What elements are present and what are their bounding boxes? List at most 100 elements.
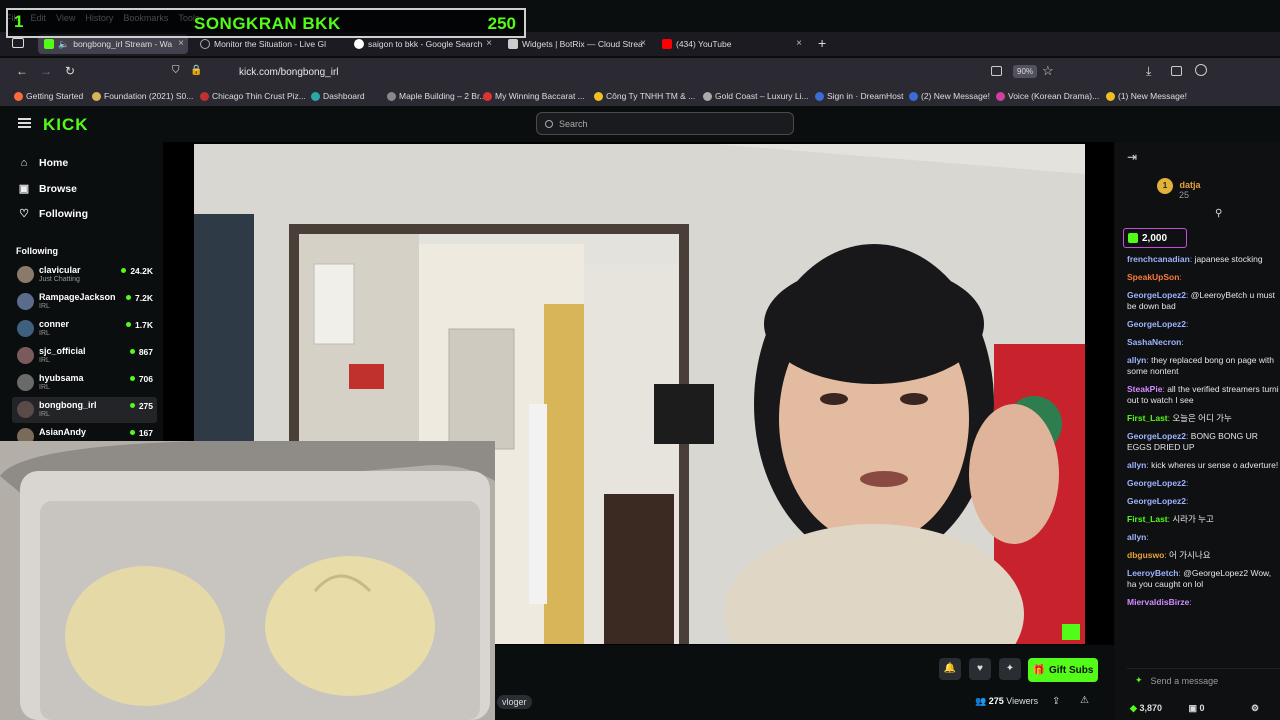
menu-icon[interactable] bbox=[18, 118, 31, 128]
chat-message: First_Last: 시라가 누고 bbox=[1127, 514, 1280, 525]
lock-icon[interactable]: 🔒 bbox=[190, 65, 202, 76]
bookmark-item[interactable]: Getting Started bbox=[14, 91, 83, 101]
zoom-level[interactable]: 90% bbox=[1013, 65, 1038, 78]
browse-icon: ▣ bbox=[18, 183, 30, 195]
bookmark-item[interactable]: Maple Building – 2 Br... bbox=[387, 91, 486, 101]
bookmark-item[interactable]: (2) New Message! bbox=[909, 91, 990, 101]
chat-username[interactable]: GeorgeLopez2 bbox=[1127, 431, 1186, 441]
close-tab-icon[interactable]: × bbox=[486, 38, 492, 49]
bookmark-label: Dashboard bbox=[323, 91, 365, 101]
channel-viewers: 867 bbox=[130, 347, 153, 357]
nav-following[interactable]: ♡ Following bbox=[18, 207, 88, 221]
report-icon[interactable]: ⚠ bbox=[1080, 695, 1089, 706]
bookmark-item[interactable]: Công Ty TNHH TM & ... bbox=[594, 91, 695, 101]
bookmark-item[interactable]: My Winning Baccarat ... bbox=[483, 91, 585, 101]
chat-username[interactable]: GeorgeLopez2 bbox=[1127, 478, 1186, 488]
following-item[interactable]: RampageJackson IRL 7.2K bbox=[12, 289, 157, 315]
following-item[interactable]: conner IRL 1.7K bbox=[12, 316, 157, 342]
following-item[interactable]: clavicular Just Chatting 24.2K bbox=[12, 262, 157, 288]
leader-value: 25 bbox=[1179, 190, 1190, 200]
viewers-label: Viewers bbox=[1006, 696, 1039, 706]
following-item[interactable]: sjc_official IRL 867 bbox=[12, 343, 157, 369]
bookmark-item[interactable]: Foundation (2021) S0... bbox=[92, 91, 193, 101]
share-icon[interactable]: ⇪ bbox=[1052, 696, 1060, 707]
kick-logo[interactable]: KICK bbox=[43, 115, 89, 135]
bookmark-item[interactable]: Dashboard bbox=[311, 91, 365, 101]
emote-icon[interactable]: ✦ bbox=[1135, 675, 1143, 686]
chat-username[interactable]: frenchcanadian bbox=[1127, 254, 1190, 264]
reload-icon[interactable]: ↻ bbox=[65, 64, 75, 78]
chat-username[interactable]: allyn bbox=[1127, 460, 1146, 470]
sidebar-toggle-icon[interactable] bbox=[1171, 66, 1182, 76]
chat-message: SteakPie: all the verified streamers tur… bbox=[1127, 384, 1280, 406]
kick-sidebar: ⌂ Home ▣ Browse ♡ Following Following clavi… bbox=[0, 142, 163, 445]
viewers-number: 275 bbox=[988, 696, 1004, 706]
close-tab-icon[interactable]: × bbox=[178, 38, 184, 49]
speaker-icon[interactable]: 🔈 bbox=[58, 39, 69, 50]
boost-icon[interactable]: ✦ bbox=[999, 658, 1021, 680]
tab-list-icon[interactable] bbox=[12, 38, 24, 48]
chat-separator: : bbox=[1146, 532, 1149, 542]
following-item[interactable]: bongbong_irl IRL 275 bbox=[12, 397, 157, 423]
bookmark-favicon-icon bbox=[200, 91, 209, 101]
account-icon[interactable] bbox=[1195, 64, 1207, 76]
chat-separator: : bbox=[1181, 337, 1184, 347]
bookmark-item[interactable]: Gold Coast – Luxury Li... bbox=[703, 91, 809, 101]
chat-username[interactable]: allyn bbox=[1127, 355, 1146, 365]
following-item[interactable]: hyubsama IRL 706 bbox=[12, 370, 157, 396]
kicks-pill[interactable]: 2,000 bbox=[1123, 228, 1187, 248]
bookmark-item[interactable]: Sign in · DreamHost bbox=[815, 91, 904, 101]
chat-username[interactable]: MiervaldisBirze bbox=[1127, 597, 1189, 607]
chat-username[interactable]: SashaNecron bbox=[1127, 337, 1181, 347]
chat-username[interactable]: First_Last bbox=[1127, 514, 1168, 524]
bookmark-item[interactable]: Voice (Korean Drama)... bbox=[996, 91, 1099, 101]
notification-icon[interactable]: 🔔 bbox=[939, 658, 961, 680]
nav-home[interactable]: ⌂ Home bbox=[18, 157, 69, 169]
shield-icon[interactable]: ⛉ bbox=[172, 65, 180, 76]
chat-username[interactable]: First_Last bbox=[1127, 413, 1168, 423]
stream-tag[interactable]: vloger bbox=[497, 695, 532, 709]
close-tab-icon[interactable]: × bbox=[796, 38, 802, 49]
chat-username[interactable]: SteakPie bbox=[1127, 384, 1162, 394]
chat-username[interactable]: SpeakUpSon bbox=[1127, 272, 1179, 282]
close-tab-icon[interactable]: × bbox=[640, 38, 646, 49]
chat-username[interactable]: LeeroyBetch bbox=[1127, 568, 1179, 578]
new-tab-icon[interactable]: + bbox=[818, 35, 826, 51]
address-bar[interactable]: ⛉ 🔒 kick.com/bongbong_irl bbox=[164, 61, 1064, 83]
forward-icon[interactable]: → bbox=[40, 64, 52, 78]
chat-text: 시라가 누고 bbox=[1172, 514, 1214, 524]
chat-username[interactable]: GeorgeLopez2 bbox=[1127, 319, 1186, 329]
chat-message: SpeakUpSon: bbox=[1127, 272, 1280, 283]
google-icon bbox=[354, 39, 364, 49]
tab-youtube[interactable]: (434) YouTube × bbox=[656, 34, 806, 54]
nav-browse[interactable]: ▣ Browse bbox=[18, 182, 77, 196]
chat-message: GeorgeLopez2: bbox=[1127, 496, 1280, 507]
chat-text: 어 가시나요 bbox=[1169, 550, 1211, 560]
chat-username[interactable]: GeorgeLopez2 bbox=[1127, 290, 1186, 300]
search-input[interactable]: Search bbox=[536, 112, 794, 135]
bookmark-favicon-icon bbox=[703, 91, 712, 101]
channel-name: sjc_official bbox=[39, 346, 86, 356]
download-icon[interactable]: ⤓ bbox=[1146, 64, 1151, 79]
bookmark-item[interactable]: (1) New Message! bbox=[1106, 91, 1187, 101]
channel-name: hyubsama bbox=[39, 373, 84, 383]
gift-icon: 🎁 bbox=[1032, 664, 1045, 676]
bookmark-star-icon[interactable]: ☆ bbox=[1042, 63, 1054, 79]
chat-username[interactable]: GeorgeLopez2 bbox=[1127, 496, 1186, 506]
collapse-chat-icon[interactable]: ⇥ bbox=[1127, 150, 1137, 164]
chat-settings-icon[interactable]: ⚙ bbox=[1251, 703, 1259, 713]
chat-username[interactable]: dbguswo bbox=[1127, 550, 1164, 560]
chat-username[interactable]: allyn bbox=[1127, 532, 1146, 542]
gift-label: Gift Subs bbox=[1049, 664, 1094, 676]
browser-navbar: ← → ↻ ⛉ 🔒 kick.com/bongbong_irl 90% ☆ ⤓ bbox=[0, 58, 1280, 86]
gift-subs-button[interactable]: 🎁 Gift Subs bbox=[1028, 658, 1098, 682]
search-placeholder: Search bbox=[559, 118, 588, 129]
back-icon[interactable]: ← bbox=[16, 64, 28, 78]
chat-input[interactable]: ✦ Send a message bbox=[1127, 668, 1280, 692]
reader-view-icon[interactable] bbox=[991, 66, 1002, 76]
bookmark-item[interactable]: Chicago Thin Crust Piz... bbox=[200, 91, 306, 101]
tab-label: (434) YouTube bbox=[676, 39, 732, 49]
pinned-icon[interactable]: ⚲ bbox=[1215, 208, 1222, 219]
url-text[interactable]: kick.com/bongbong_irl bbox=[239, 67, 339, 78]
follow-heart-icon[interactable]: ♥ bbox=[969, 658, 991, 680]
